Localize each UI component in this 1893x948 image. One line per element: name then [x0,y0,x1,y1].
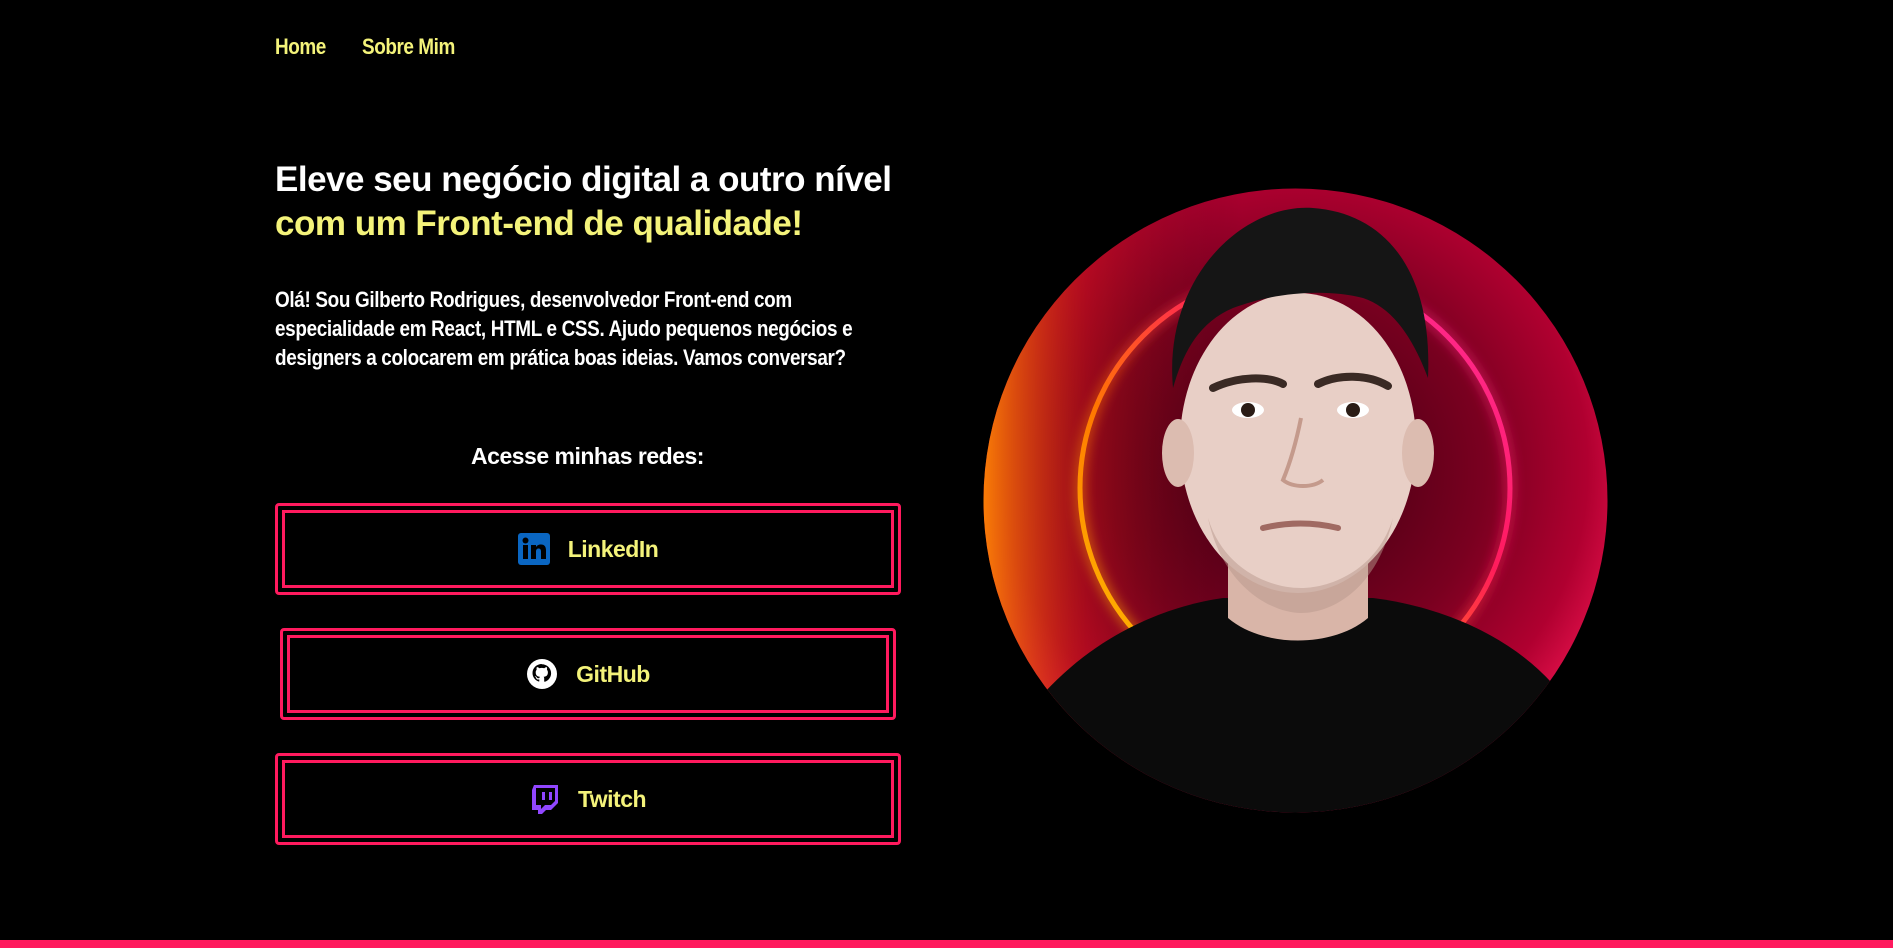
nav-sobre-mim-link[interactable]: Sobre Mim [362,34,455,60]
linkedin-icon [517,533,550,565]
twitch-button[interactable]: Twitch [275,753,901,845]
headline-line-1: Eleve seu negócio digital a outro nível [275,160,892,199]
twitch-icon [530,783,560,815]
hero-headline: Eleve seu negócio digital a outro nível … [275,158,892,246]
bottom-accent-bar [0,940,1893,948]
github-button[interactable]: GitHub [280,628,896,720]
top-nav: Home Sobre Mim [275,34,470,60]
github-label: GitHub [576,660,650,687]
linkedin-label: LinkedIn [567,535,659,562]
linkedin-button[interactable]: LinkedIn [275,503,901,595]
bio-text: Olá! Sou Gilberto Rodrigues, desenvolved… [275,287,853,370]
github-icon [526,658,558,690]
bio-paragraph: Olá! Sou Gilberto Rodrigues, desenvolved… [275,285,915,372]
headline-line-2: com um Front-end de qualidade! [275,204,803,243]
twitch-label: Twitch [577,785,647,812]
profile-photo [983,188,1608,813]
social-section-title: Acesse minhas redes: [471,443,704,469]
nav-home-link[interactable]: Home [275,34,326,60]
